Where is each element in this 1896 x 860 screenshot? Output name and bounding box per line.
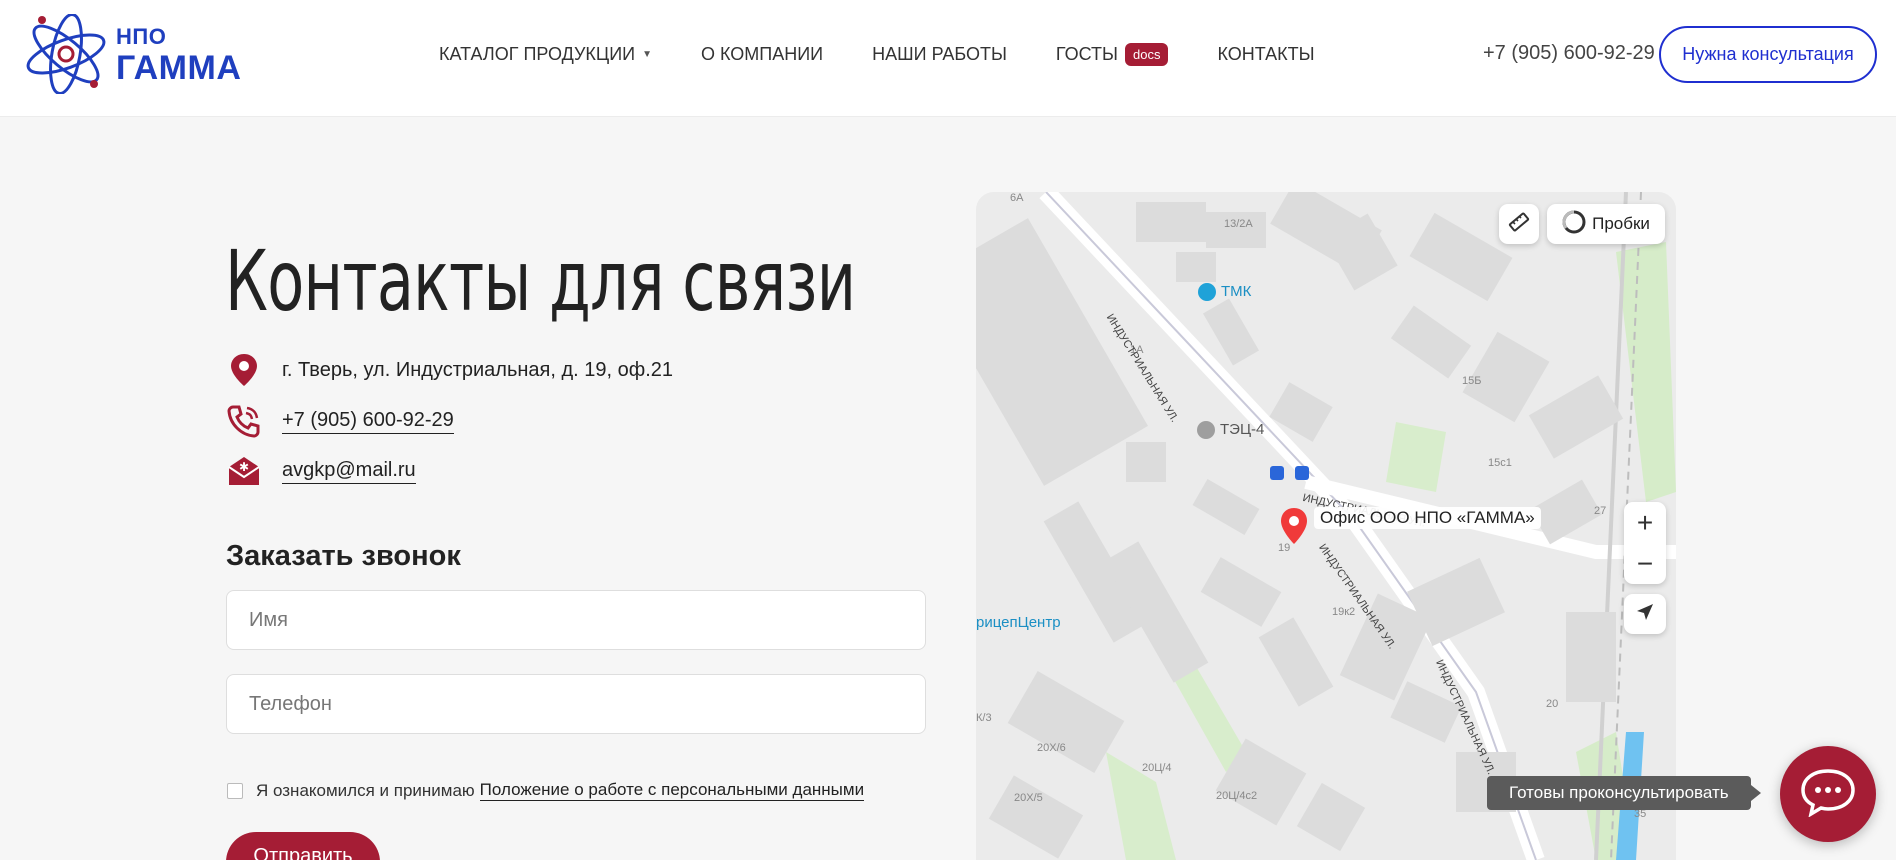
- nav-item-label: КАТАЛОГ ПРОДУКЦИИ: [439, 43, 636, 64]
- plus-icon: +: [1636, 506, 1654, 538]
- office-marker-label[interactable]: Офис ООО НПО «ГАММА»: [1314, 507, 1541, 529]
- nav-item-label: ГОСТЫ: [1055, 43, 1118, 64]
- zoom-control: + −: [1624, 502, 1666, 584]
- privacy-policy-link[interactable]: Положение о работе с персональными данны…: [479, 780, 865, 801]
- logo-text-main: ГАММА: [116, 49, 242, 87]
- nav-item-catalog[interactable]: КАТАЛОГ ПРОДУКЦИИ ▼: [439, 44, 652, 65]
- map-building-label: 15с1: [1488, 457, 1512, 469]
- map-building-label: 15Б: [1462, 375, 1482, 387]
- callback-title: Заказать звонок: [226, 540, 461, 572]
- map-building-label: 19: [1278, 542, 1291, 554]
- phone-icon: [227, 404, 261, 438]
- traffic-icon: [1562, 210, 1586, 239]
- name-input[interactable]: [226, 590, 926, 650]
- nav-item-label: НАШИ РАБОТЫ: [872, 43, 1007, 64]
- site-header: НПО ГАММА КАТАЛОГ ПРОДУКЦИИ ▼ О КОМПАНИИ…: [0, 0, 1896, 117]
- traffic-button[interactable]: Пробки: [1547, 204, 1665, 244]
- poi-label-tmk[interactable]: ТМК: [1221, 283, 1251, 300]
- ruler-icon: [1508, 211, 1530, 238]
- minus-icon: −: [1636, 547, 1654, 579]
- mail-icon: ✱: [227, 454, 261, 488]
- consent-text: Я ознакомился и принимаю: [256, 780, 475, 800]
- map-building-label: К/3: [976, 712, 992, 724]
- navigation-arrow-icon: [1635, 602, 1655, 627]
- map-building-label: 20Х/6: [1037, 742, 1066, 754]
- caret-down-icon: ▼: [642, 48, 653, 60]
- nav-item-gost[interactable]: ГОСТЫ docs: [1055, 42, 1169, 66]
- ruler-button[interactable]: [1499, 204, 1539, 244]
- atom-logo-icon: [26, 14, 106, 94]
- geolocation-button[interactable]: [1624, 594, 1666, 634]
- consent-checkbox[interactable]: [227, 782, 243, 799]
- email-link[interactable]: avgkp@mail.ru: [282, 459, 416, 484]
- nav-item-label: КОНТАКТЫ: [1217, 43, 1315, 64]
- chat-button[interactable]: [1780, 746, 1876, 842]
- submit-button[interactable]: Отправить: [226, 832, 380, 860]
- nav-item-label: О КОМПАНИИ: [701, 43, 824, 64]
- page-title: Контакты для связи: [225, 232, 856, 330]
- poi-label-pricep[interactable]: рицепЦентр: [976, 614, 1061, 631]
- map-building-label: 13/2А: [1224, 218, 1253, 230]
- contact-phone: +7 (905) 600-92-29: [227, 404, 454, 438]
- zoom-in-button[interactable]: +: [1624, 502, 1666, 543]
- phone-link[interactable]: +7 (905) 600-92-29: [282, 409, 454, 434]
- contact-email: ✱ avgkp@mail.ru: [227, 454, 416, 488]
- map-building-label: 27: [1594, 505, 1607, 517]
- chat-tooltip: Готовы проконсультировать: [1487, 776, 1761, 810]
- docs-badge: docs: [1125, 42, 1169, 66]
- map-building-label: 20Ц/4с2: [1216, 790, 1258, 802]
- location-pin-icon: [227, 353, 261, 387]
- map-building-label: 20: [1546, 698, 1559, 710]
- nav-item-contacts[interactable]: КОНТАКТЫ: [1217, 44, 1314, 65]
- address-text: г. Тверь, ул. Индустриальная, д. 19, оф.…: [282, 358, 673, 381]
- nav-item-about[interactable]: О КОМПАНИИ: [701, 44, 823, 65]
- zoom-out-button[interactable]: −: [1624, 543, 1666, 584]
- consultation-button[interactable]: Нужна консультация: [1659, 26, 1877, 83]
- logo[interactable]: НПО ГАММА: [22, 14, 242, 94]
- contact-address: г. Тверь, ул. Индустриальная, д. 19, оф.…: [227, 353, 673, 387]
- main-nav: КАТАЛОГ ПРОДУКЦИИ ▼ О КОМПАНИИ НАШИ РАБО…: [439, 40, 1364, 68]
- traffic-label: Пробки: [1592, 214, 1650, 233]
- logo-text-top: НПО: [116, 24, 167, 49]
- map-building-label: 20Х/5: [1014, 792, 1043, 804]
- map-building-label: 20Ц/4: [1142, 762, 1172, 774]
- consent-row: Я ознакомился и принимаю Положение о раб…: [227, 780, 865, 801]
- poi-label-tec[interactable]: ТЭЦ-4: [1220, 421, 1264, 438]
- chat-bubble-icon: [1799, 767, 1857, 822]
- map-building-label: 19к2: [1332, 606, 1356, 618]
- header-phone[interactable]: +7 (905) 600-92-29: [1483, 42, 1655, 65]
- map-building-label: 6А: [1010, 192, 1024, 204]
- phone-input[interactable]: [226, 674, 926, 734]
- svg-text:✱: ✱: [239, 460, 249, 474]
- nav-item-works[interactable]: НАШИ РАБОТЫ: [872, 44, 1007, 65]
